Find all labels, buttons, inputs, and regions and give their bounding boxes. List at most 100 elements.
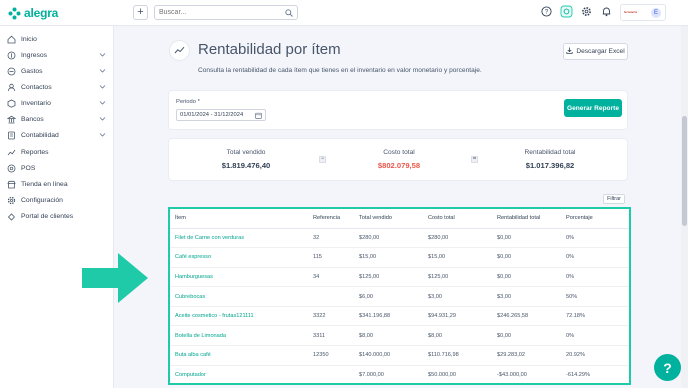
item-link[interactable]: Aceite cosmetico - frutas121111: [170, 306, 308, 327]
search-input[interactable]: [155, 6, 281, 19]
settings-icon[interactable]: [580, 5, 593, 18]
cell-reference: [308, 365, 354, 383]
sidebar-item-label: Portal de clientes: [21, 212, 74, 220]
portal-icon: [7, 212, 16, 221]
item-link[interactable]: Cubrebocas: [170, 286, 308, 307]
period-card: Periodo * 01/01/2024 - 31/12/2024 Genera…: [168, 90, 628, 130]
scrollbar-thumb[interactable]: [682, 116, 687, 226]
download-excel-button[interactable]: Descargar Excel: [563, 43, 628, 60]
item-link[interactable]: Café espresso: [170, 247, 308, 268]
period-value: 01/01/2024 - 31/12/2024: [180, 112, 244, 118]
inventory-icon: [7, 99, 16, 108]
sidebar-item-label: POS: [21, 164, 36, 172]
sidebar-item-gastos[interactable]: Gastos: [0, 64, 114, 78]
chevron-down-icon: [99, 99, 106, 108]
table-row: Cubrebocas $6,00 $3,00 $3,00 50%: [170, 286, 629, 307]
period-date-range-field[interactable]: 01/01/2024 - 31/12/2024: [176, 109, 266, 121]
search-icon[interactable]: [285, 9, 293, 19]
table-row: Botella de Limonada 3311 $8,00 $8,00 $0,…: [170, 325, 629, 347]
apps-icon[interactable]: [560, 5, 573, 18]
calendar-icon: [255, 112, 262, 123]
cell-total-sold: $280,00: [354, 228, 423, 249]
chevron-down-icon: [99, 115, 106, 124]
cell-total-sold: $7.000,00: [354, 365, 423, 383]
generate-report-button[interactable]: Generar Reporte: [564, 99, 622, 117]
chevron-down-icon: [99, 83, 106, 92]
col-header-reference[interactable]: Referencia: [308, 209, 354, 229]
sidebar-item-contabilidad[interactable]: Contabilidad: [0, 128, 114, 142]
company-switcher[interactable]: ferreteria E: [620, 4, 666, 21]
pos-icon: [7, 164, 16, 173]
sidebar-item-label: Contabilidad: [21, 131, 59, 139]
cell-total-profit: $0,00: [492, 267, 561, 288]
sidebar-item-inventario[interactable]: Inventario: [0, 96, 114, 110]
help-chat-button[interactable]: ?: [654, 354, 681, 381]
quick-add-button[interactable]: +: [133, 5, 148, 20]
cell-total-cost: $15,00: [423, 247, 492, 268]
sidebar-item-label: Contactos: [21, 83, 52, 91]
top-bar: alegra + ? ferreteria E: [0, 0, 688, 26]
item-link[interactable]: Buta alba café: [170, 345, 308, 366]
cell-total-sold: $125,00: [354, 267, 423, 288]
total-cost: Costo total $802.079,58: [324, 149, 474, 170]
sidebar-item-reportes[interactable]: Reportes: [0, 145, 114, 159]
col-header-item[interactable]: Ítem: [170, 209, 308, 229]
sidebar-item-contactos[interactable]: Contactos: [0, 80, 114, 94]
cell-percentage: 72.18%: [561, 306, 629, 327]
profitability-table: Ítem Referencia Total vendido Costo tota…: [170, 209, 629, 383]
income-icon: [7, 51, 16, 60]
alegra-logo[interactable]: alegra: [8, 6, 58, 20]
sidebar-item-label: Bancos: [21, 115, 44, 123]
item-link[interactable]: Botella de Limonada: [170, 325, 308, 347]
cell-reference: 3311: [308, 325, 354, 347]
cell-total-cost: $3,00: [423, 286, 492, 307]
download-icon: [566, 47, 573, 56]
sidebar-item-label: Inventario: [21, 99, 51, 107]
help-circle-icon[interactable]: ?: [540, 5, 553, 18]
table-row: Hamburguesas 34 $125,00 $125,00 $0,00 0%: [170, 267, 629, 288]
item-link[interactable]: Hamburguesas: [170, 267, 308, 288]
col-header-percentage[interactable]: Porcentaje: [561, 209, 629, 229]
page-scrollbar[interactable]: [681, 26, 688, 388]
sidebar-item-configuracion[interactable]: Configuración: [0, 193, 114, 207]
sidebar-item-label: Tienda en línea: [21, 180, 68, 188]
sidebar-item-bancos[interactable]: Bancos: [0, 112, 114, 126]
sidebar-item-pos[interactable]: POS: [0, 161, 114, 175]
cell-total-sold: $140.000,00: [354, 345, 423, 366]
profitability-table-highlight: Ítem Referencia Total vendido Costo tota…: [168, 207, 631, 385]
cell-total-cost: $280,00: [423, 228, 492, 249]
bank-icon: [7, 115, 16, 124]
item-link[interactable]: Filet de Carne con verduras: [170, 228, 308, 249]
reports-icon: [7, 148, 16, 157]
cell-reference: 34: [308, 267, 354, 288]
total-sold-value: $1.819.476,40: [221, 161, 271, 170]
search-box: [154, 5, 298, 20]
col-header-total-profit[interactable]: Rentabilidad total: [492, 209, 561, 229]
table-row: Computador $7.000,00 $50.000,00 -$43.000…: [170, 365, 629, 383]
total-profit-label: Rentabilidad total: [524, 149, 576, 156]
sidebar-item-ingresos[interactable]: Ingresos: [0, 48, 114, 62]
cell-reference: [308, 286, 354, 307]
chevron-down-icon: [99, 51, 106, 60]
sidebar-item-tienda[interactable]: Tienda en línea: [0, 177, 114, 191]
col-header-total-cost[interactable]: Costo total: [423, 209, 492, 229]
cell-total-sold: $8,00: [354, 325, 423, 347]
cell-total-sold: $15,00: [354, 247, 423, 268]
sidebar-item-label: Gastos: [21, 67, 43, 75]
item-link[interactable]: Computador: [170, 365, 308, 383]
filter-button[interactable]: Filtrar: [603, 194, 625, 204]
col-header-total-sold[interactable]: Total vendido: [354, 209, 423, 229]
cell-total-cost: $94.931,29: [423, 306, 492, 327]
table-row: Aceite cosmetico - frutas121111 3322 $34…: [170, 306, 629, 327]
cell-percentage: 0%: [561, 267, 629, 288]
top-icon-group: ?: [540, 5, 613, 18]
cell-total-profit: $0,00: [492, 228, 561, 249]
expense-icon: [7, 67, 16, 76]
sidebar-item-label: Reportes: [21, 148, 49, 156]
bell-icon[interactable]: [600, 5, 613, 18]
sidebar-item-inicio[interactable]: Inicio: [0, 32, 114, 46]
cell-percentage: 20.92%: [561, 345, 629, 366]
logo-mark-icon: [8, 7, 21, 20]
sidebar-item-label: Configuración: [21, 196, 63, 204]
sidebar-item-portal[interactable]: Portal de clientes: [0, 209, 114, 223]
